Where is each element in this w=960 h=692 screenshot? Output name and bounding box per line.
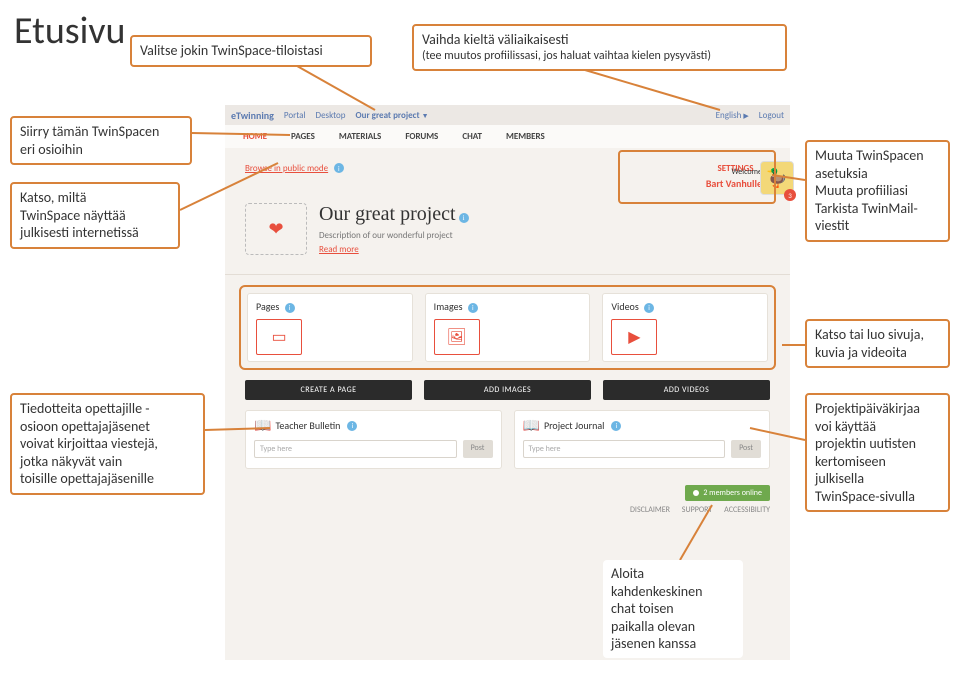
upload-image-box[interactable]: ❤ [245, 203, 307, 255]
project-journal-panel: 📖Project Journal i Type here Post [514, 410, 771, 469]
logout-link[interactable]: Logout [759, 110, 784, 121]
project-title: Our great projecti [319, 203, 469, 226]
nav-project-dropdown[interactable]: Our great project ▼ [356, 110, 429, 121]
tab-chat[interactable]: CHAT [462, 131, 482, 142]
tab-home[interactable]: HOME [243, 131, 267, 142]
journal-input[interactable]: Type here [523, 440, 726, 458]
project-description: Description of our wonderful project [319, 230, 469, 241]
callout-language: Vaihda kieltä väliaikaisesti (tee muutos… [412, 24, 787, 71]
page-title: Etusivu [14, 8, 126, 54]
read-more-link[interactable]: Read more [319, 244, 359, 255]
info-icon[interactable]: i [459, 213, 469, 223]
bulletin-post-button[interactable]: Post [463, 440, 493, 458]
callout-public: Katso, miltä TwinSpace näyttää julkisest… [10, 182, 180, 249]
images-card[interactable]: Images i 🖼 [425, 293, 591, 362]
bulletin-input[interactable]: Type here [254, 440, 457, 458]
browse-public-link[interactable]: Browse in public mode [245, 163, 328, 174]
main-nav: HOME PAGES MATERIALS FORUMS CHAT MEMBERS [225, 125, 790, 148]
disclaimer-link[interactable]: DISCLAIMER [630, 505, 670, 515]
pages-icon: ▭ [256, 319, 302, 355]
callout-settings-profile: Muuta TwinSpacen asetuksia Muuta profiil… [805, 140, 950, 242]
journal-post-button[interactable]: Post [731, 440, 761, 458]
pages-card[interactable]: Pages i ▭ [247, 293, 413, 362]
tab-forums[interactable]: FORUMS [405, 131, 438, 142]
info-icon[interactable]: i [468, 303, 478, 313]
teacher-bulletin-panel: 📖Teacher Bulletin i Type here Post [245, 410, 502, 469]
callout-journal: Projektipäiväkirjaa voi käyttää projekti… [805, 393, 950, 512]
tab-materials[interactable]: MATERIALS [339, 131, 381, 142]
tab-pages[interactable]: PAGES [291, 131, 315, 142]
callout-bulletin: Tiedotteita opettajille - osioon opettaj… [10, 393, 205, 495]
content-cards-outline: Pages i ▭ Images i 🖼 Videos i ▶ [239, 285, 776, 370]
add-images-button[interactable]: ADD IMAGES [424, 380, 591, 400]
callout-chat: Aloita kahdenkeskinen chat toisen paikal… [603, 560, 743, 658]
mail-badge[interactable]: 3 [784, 189, 796, 201]
info-icon[interactable]: i [644, 303, 654, 313]
online-dot-icon [693, 490, 699, 496]
info-icon[interactable]: i [285, 303, 295, 313]
nav-desktop[interactable]: Desktop [316, 110, 346, 121]
tab-members[interactable]: MEMBERS [506, 131, 545, 142]
support-link[interactable]: SUPPORT [682, 505, 713, 515]
language-dropdown[interactable]: English ▶ [716, 110, 749, 121]
callout-cards: Katso tai luo sivuja, kuvia ja videoita [805, 319, 950, 368]
add-videos-button[interactable]: ADD VIDEOS [603, 380, 770, 400]
images-icon: 🖼 [434, 319, 480, 355]
bulletin-icon: 📖 [254, 417, 271, 434]
videos-icon: ▶ [611, 319, 657, 355]
videos-card[interactable]: Videos i ▶ [602, 293, 768, 362]
info-icon[interactable]: i [334, 163, 344, 173]
journal-icon: 📖 [523, 417, 540, 434]
info-icon[interactable]: i [347, 421, 357, 431]
callout-tile-select: Valitse jokin TwinSpace-tiloistasi [130, 35, 372, 67]
members-online-button[interactable]: 2 members online [685, 485, 770, 501]
create-page-button[interactable]: CREATE A PAGE [245, 380, 412, 400]
welcome-highlight [618, 150, 776, 204]
callout-nav: Siirry tämän TwinSpacen eri osioihin [10, 116, 192, 165]
footer-links: DISCLAIMER SUPPORT ACCESSIBILITY [245, 505, 770, 515]
info-icon[interactable]: i [611, 421, 621, 431]
top-bar: eTwinning Portal Desktop Our great proje… [225, 105, 790, 125]
accessibility-link[interactable]: ACCESSIBILITY [724, 505, 770, 515]
nav-portal[interactable]: Portal [284, 110, 306, 121]
etwinning-logo: eTwinning [231, 109, 274, 122]
